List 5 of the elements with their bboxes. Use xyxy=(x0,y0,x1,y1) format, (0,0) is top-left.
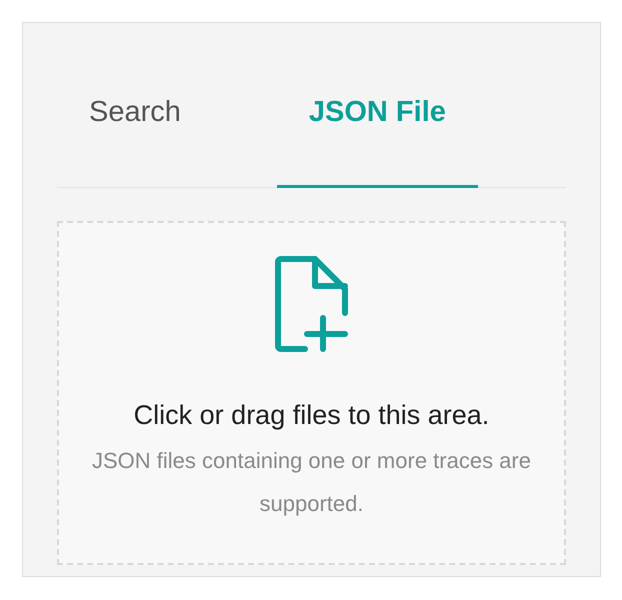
tab[interactable]: Search xyxy=(57,89,213,188)
file-add-icon xyxy=(274,256,348,352)
drop-hint: JSON files containing one or more traces are supported. xyxy=(91,447,532,518)
drop-title: Click or drag files to this area. xyxy=(134,400,490,431)
drop-zone[interactable]: Click or drag files to this area. JSON files containing one or more traces are supported. xyxy=(57,221,566,565)
